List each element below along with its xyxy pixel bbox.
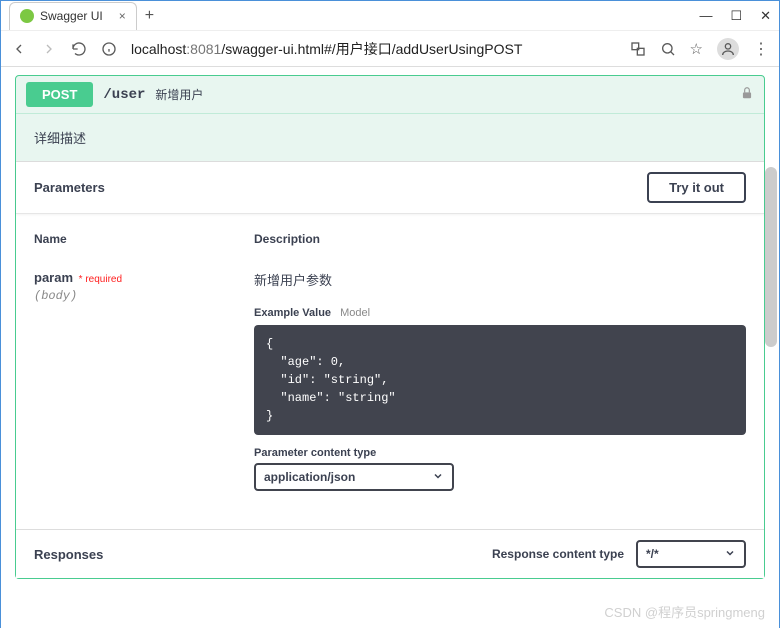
- operation-block: POST /user 新增用户 详细描述 Parameters Try it o…: [15, 75, 765, 579]
- reload-icon[interactable]: [71, 41, 87, 57]
- back-icon[interactable]: [11, 41, 27, 57]
- page-viewport: POST /user 新增用户 详细描述 Parameters Try it o…: [1, 67, 779, 629]
- param-content-type-select[interactable]: application/json: [254, 463, 454, 491]
- operation-header[interactable]: POST /user 新增用户: [16, 76, 764, 113]
- param-required-label: * required: [79, 274, 122, 285]
- param-description: 新增用户参数: [254, 270, 746, 289]
- browser-titlebar: Swagger UI × + — ☐ ✕: [1, 1, 779, 31]
- responses-section-header: Responses Response content type */*: [16, 529, 764, 578]
- response-content-type-select[interactable]: */*: [636, 540, 746, 568]
- menu-icon[interactable]: ⋮: [753, 39, 769, 59]
- minimize-icon[interactable]: —: [699, 8, 712, 24]
- response-content-type-label: Response content type: [492, 547, 624, 561]
- favicon-icon: [20, 9, 34, 23]
- responses-title: Responses: [34, 547, 103, 562]
- parameter-row: param * required (body) 新增用户参数 Example V…: [34, 270, 746, 491]
- lock-icon[interactable]: [740, 86, 754, 103]
- url-input[interactable]: localhost:8081/swagger-ui.html#/用户接口/add…: [131, 39, 616, 59]
- operation-description: 详细描述: [16, 113, 764, 161]
- chevron-down-icon: [724, 547, 736, 562]
- parameters-table: Name Description param * required (body)…: [16, 214, 764, 509]
- address-bar: localhost:8081/swagger-ui.html#/用户接口/add…: [1, 31, 779, 67]
- tab-example-value[interactable]: Example Value: [254, 307, 331, 319]
- chevron-down-icon: [432, 470, 444, 485]
- column-header-name: Name: [34, 232, 254, 246]
- http-method-badge: POST: [26, 82, 93, 107]
- try-it-out-button[interactable]: Try it out: [647, 172, 746, 203]
- bookmark-icon[interactable]: ☆: [690, 40, 703, 58]
- parameters-section-header: Parameters Try it out: [16, 162, 764, 214]
- param-name: param: [34, 270, 73, 285]
- close-window-icon[interactable]: ✕: [760, 8, 771, 24]
- example-code-block[interactable]: { "age": 0, "id": "string", "name": "str…: [254, 325, 746, 435]
- forward-icon[interactable]: [41, 41, 57, 57]
- tab-title: Swagger UI: [40, 9, 103, 23]
- column-header-description: Description: [254, 232, 746, 246]
- new-tab-button[interactable]: +: [145, 7, 154, 25]
- operation-summary: 新增用户: [155, 86, 203, 103]
- param-content-type-label: Parameter content type: [254, 447, 746, 459]
- info-icon[interactable]: [101, 41, 117, 57]
- operation-path: /user: [103, 87, 145, 103]
- parameters-title: Parameters: [34, 180, 105, 195]
- maximize-icon[interactable]: ☐: [730, 8, 742, 24]
- scrollbar-thumb[interactable]: [765, 167, 777, 347]
- param-location: (body): [34, 289, 254, 303]
- profile-avatar[interactable]: [717, 38, 739, 60]
- zoom-icon[interactable]: [660, 41, 676, 57]
- tab-model[interactable]: Model: [340, 307, 370, 319]
- close-tab-icon[interactable]: ×: [119, 9, 126, 23]
- browser-tab[interactable]: Swagger UI ×: [9, 2, 137, 30]
- translate-icon[interactable]: [630, 41, 646, 57]
